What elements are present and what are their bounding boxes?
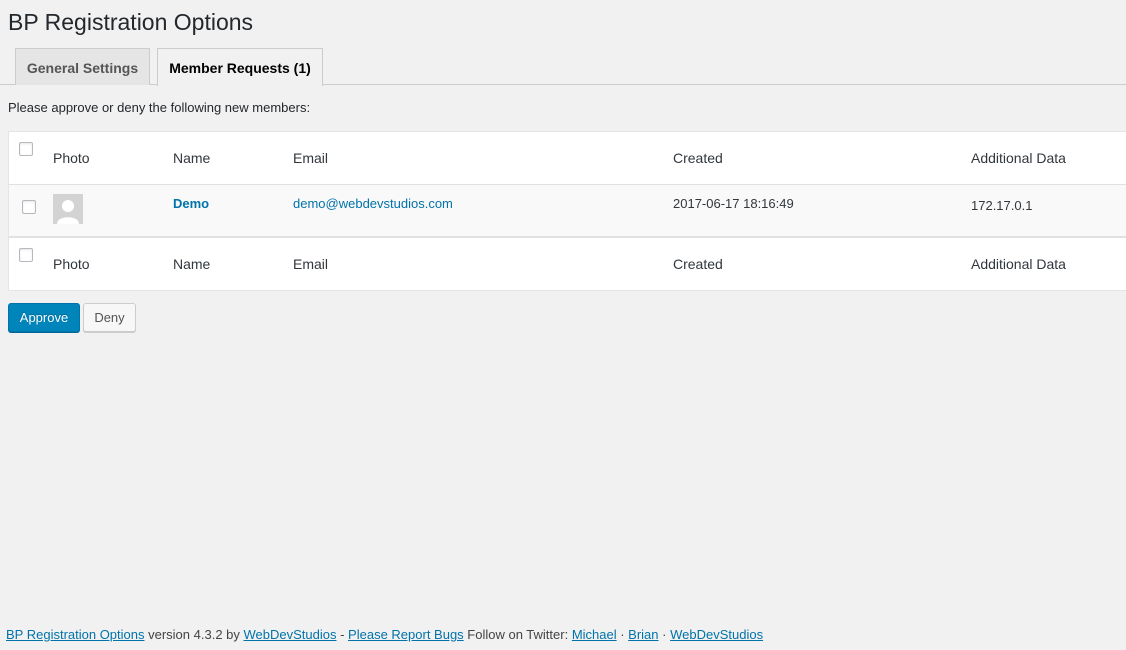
intro-text: Please approve or deny the following new… bbox=[8, 100, 311, 115]
page-title: BP Registration Options bbox=[8, 9, 254, 35]
member-name-link[interactable]: Demo bbox=[173, 196, 209, 211]
member-email-link[interactable]: demo@webdevstudios.com bbox=[293, 196, 453, 211]
default-avatar-icon bbox=[53, 194, 83, 224]
column-created: Created bbox=[673, 150, 723, 166]
twitter-brian-link[interactable]: Brian bbox=[628, 627, 658, 642]
twitter-michael-link[interactable]: Michael bbox=[572, 627, 617, 642]
deny-button[interactable]: Deny bbox=[83, 303, 136, 332]
column-email-footer: Email bbox=[293, 256, 329, 272]
member-additional-data: 172.17.0.1 bbox=[971, 198, 1033, 213]
twitter-webdevstudios-link[interactable]: WebDevStudios bbox=[670, 627, 763, 642]
tab-general-settings[interactable]: General Settings bbox=[15, 48, 150, 85]
author-link[interactable]: WebDevStudios bbox=[244, 627, 337, 642]
column-photo: Photo bbox=[53, 150, 90, 166]
twitter-text: Follow on Twitter: bbox=[463, 627, 572, 642]
table-header-row: Photo Name Email Created Additional Data bbox=[9, 132, 1126, 185]
members-table: Photo Name Email Created Additional Data… bbox=[8, 131, 1126, 291]
approve-button[interactable]: Approve bbox=[8, 303, 80, 332]
separator-dot: · bbox=[658, 627, 671, 642]
column-photo-footer: Photo bbox=[53, 256, 90, 272]
tab-member-requests[interactable]: Member Requests (1) bbox=[157, 48, 323, 86]
separator-dot: · bbox=[616, 627, 629, 642]
select-all-checkbox-footer[interactable] bbox=[19, 248, 33, 262]
table-row: Demo demo@webdevstudios.com 2017-06-17 1… bbox=[9, 185, 1126, 237]
plugin-footer: BP Registration Options version 4.3.2 by… bbox=[6, 627, 763, 642]
column-additional-data: Additional Data bbox=[971, 150, 1066, 166]
select-all-checkbox[interactable] bbox=[19, 142, 33, 156]
row-checkbox[interactable] bbox=[22, 200, 36, 214]
avatar bbox=[53, 194, 83, 224]
plugin-link[interactable]: BP Registration Options bbox=[6, 627, 145, 642]
table-footer-row: Photo Name Email Created Additional Data bbox=[9, 237, 1126, 290]
separator: - bbox=[336, 627, 349, 642]
member-created: 2017-06-17 18:16:49 bbox=[673, 196, 794, 211]
version-text: version 4.3.2 by bbox=[144, 627, 244, 642]
column-additional-data-footer: Additional Data bbox=[971, 256, 1066, 272]
column-created-footer: Created bbox=[673, 256, 723, 272]
column-email: Email bbox=[293, 150, 329, 166]
column-name-footer: Name bbox=[173, 256, 211, 272]
report-bugs-link[interactable]: Please Report Bugs bbox=[348, 627, 464, 642]
nav-tabs: General Settings Member Requests (1) bbox=[0, 48, 1126, 86]
column-name: Name bbox=[173, 150, 211, 166]
